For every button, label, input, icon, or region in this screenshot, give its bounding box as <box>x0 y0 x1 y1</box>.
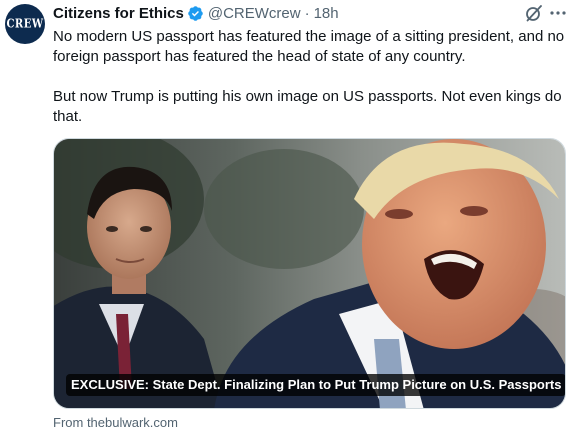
grok-icon[interactable] <box>524 3 544 23</box>
card-caption: EXCLUSIVE: State Dept. Finalizing Plan t… <box>66 374 565 396</box>
handle[interactable]: @CREWcrew <box>208 5 301 22</box>
tweet-header: Citizens for Ethics @CREWcrew · 18h <box>53 2 339 24</box>
tweet: CREW Citizens for Ethics @CREWcrew · 18h… <box>0 0 570 435</box>
link-card[interactable]: EXCLUSIVE: State Dept. Finalizing Plan t… <box>53 138 566 409</box>
tweet-paragraph: But now Trump is putting his own image o… <box>53 88 562 125</box>
tweet-paragraph: No modern US passport has featured the i… <box>53 28 565 65</box>
avatar-text: CREW <box>6 17 44 31</box>
timestamp[interactable]: 18h <box>314 5 339 22</box>
display-name[interactable]: Citizens for Ethics <box>53 5 184 22</box>
more-icon[interactable] <box>549 3 567 23</box>
article-photo <box>54 139 565 408</box>
card-source-link[interactable]: From thebulwark.com <box>53 415 178 430</box>
tweet-text: No modern US passport has featured the i… <box>53 27 565 127</box>
verified-badge-icon <box>187 5 204 22</box>
avatar[interactable]: CREW <box>5 4 45 44</box>
separator: · <box>304 4 310 22</box>
